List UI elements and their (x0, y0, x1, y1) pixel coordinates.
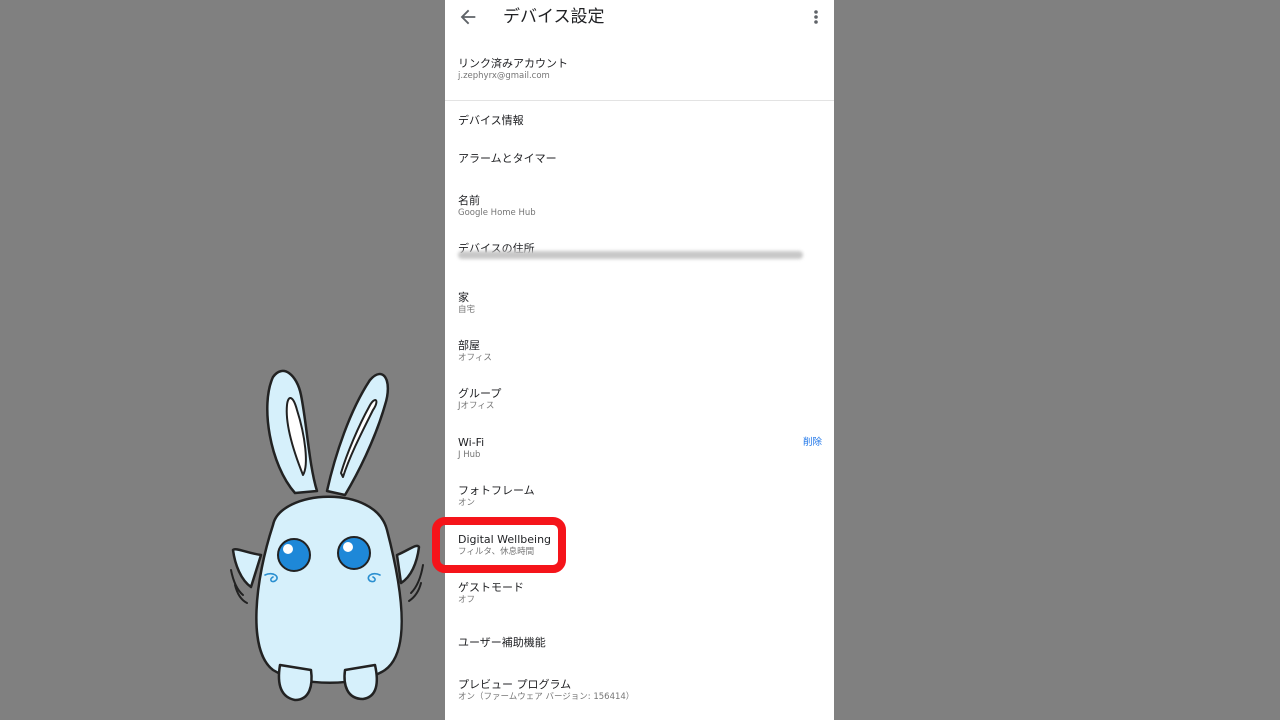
blurred-address (458, 251, 803, 259)
list-item-alarms-timers[interactable]: アラームとタイマー (445, 152, 834, 168)
item-sub: j.zephyrx@gmail.com (458, 71, 550, 81)
arrow-back-icon[interactable] (457, 6, 479, 28)
item-sub: オフィス (458, 353, 492, 363)
list-item-device-address[interactable]: デバイスの住所 (445, 242, 834, 270)
list-item-name[interactable]: 名前 Google Home Hub (445, 194, 834, 222)
item-label: リンク済みアカウント (458, 57, 568, 70)
device-settings-screen: デバイス設定 リンク済みアカウント j.zephyrx@gmail.com デバ… (445, 0, 834, 720)
list-item-wifi[interactable]: Wi-Fi J Hub 削除 (445, 436, 834, 464)
item-label: アラームとタイマー (458, 152, 557, 165)
list-item-home[interactable]: 家 自宅 (445, 291, 834, 319)
list-item-guest-mode[interactable]: ゲストモード オフ (445, 581, 834, 609)
divider (445, 100, 834, 101)
item-label: ユーザー補助機能 (458, 636, 546, 649)
list-item-digital-wellbeing[interactable]: Digital Wellbeing フィルタ、休息時間 (445, 533, 834, 561)
item-sub: Google Home Hub (458, 208, 536, 218)
item-label: グループ (458, 387, 502, 400)
item-label: 部屋 (458, 339, 480, 352)
list-item-photo-frame[interactable]: フォトフレーム オン (445, 484, 834, 512)
item-label: ゲストモード (458, 581, 524, 594)
list-item-linked-account[interactable]: リンク済みアカウント j.zephyrx@gmail.com (445, 57, 834, 87)
list-item-device-info[interactable]: デバイス情報 (445, 114, 834, 130)
page-title: デバイス設定 (503, 7, 605, 27)
item-sub: オン（ファームウェア バージョン: 156414） (458, 692, 635, 702)
list-item-accessibility[interactable]: ユーザー補助機能 (445, 636, 834, 652)
wifi-delete-link[interactable]: 削除 (803, 436, 822, 450)
app-bar: デバイス設定 (445, 0, 834, 36)
item-sub: オン (458, 498, 476, 508)
list-item-preview-program[interactable]: プレビュー プログラム オン（ファームウェア バージョン: 156414） (445, 678, 834, 706)
item-sub: J Hub (458, 450, 481, 460)
item-label: 家 (458, 291, 469, 304)
item-sub: オフ (458, 595, 476, 605)
more-vert-icon[interactable] (806, 6, 826, 28)
item-label: 名前 (458, 194, 480, 207)
item-label: Wi-Fi (458, 436, 485, 449)
item-label: プレビュー プログラム (458, 678, 572, 691)
rabbit-mascot-illustration (230, 369, 424, 702)
list-item-group[interactable]: グループ Jオフィス (445, 387, 834, 415)
item-label: デバイス情報 (458, 114, 524, 127)
item-sub: フィルタ、休息時間 (458, 547, 535, 557)
item-sub: Jオフィス (458, 401, 495, 411)
item-label: フォトフレーム (458, 484, 535, 497)
item-sub: 自宅 (458, 305, 476, 315)
item-label: Digital Wellbeing (458, 533, 552, 546)
list-item-room[interactable]: 部屋 オフィス (445, 339, 834, 367)
